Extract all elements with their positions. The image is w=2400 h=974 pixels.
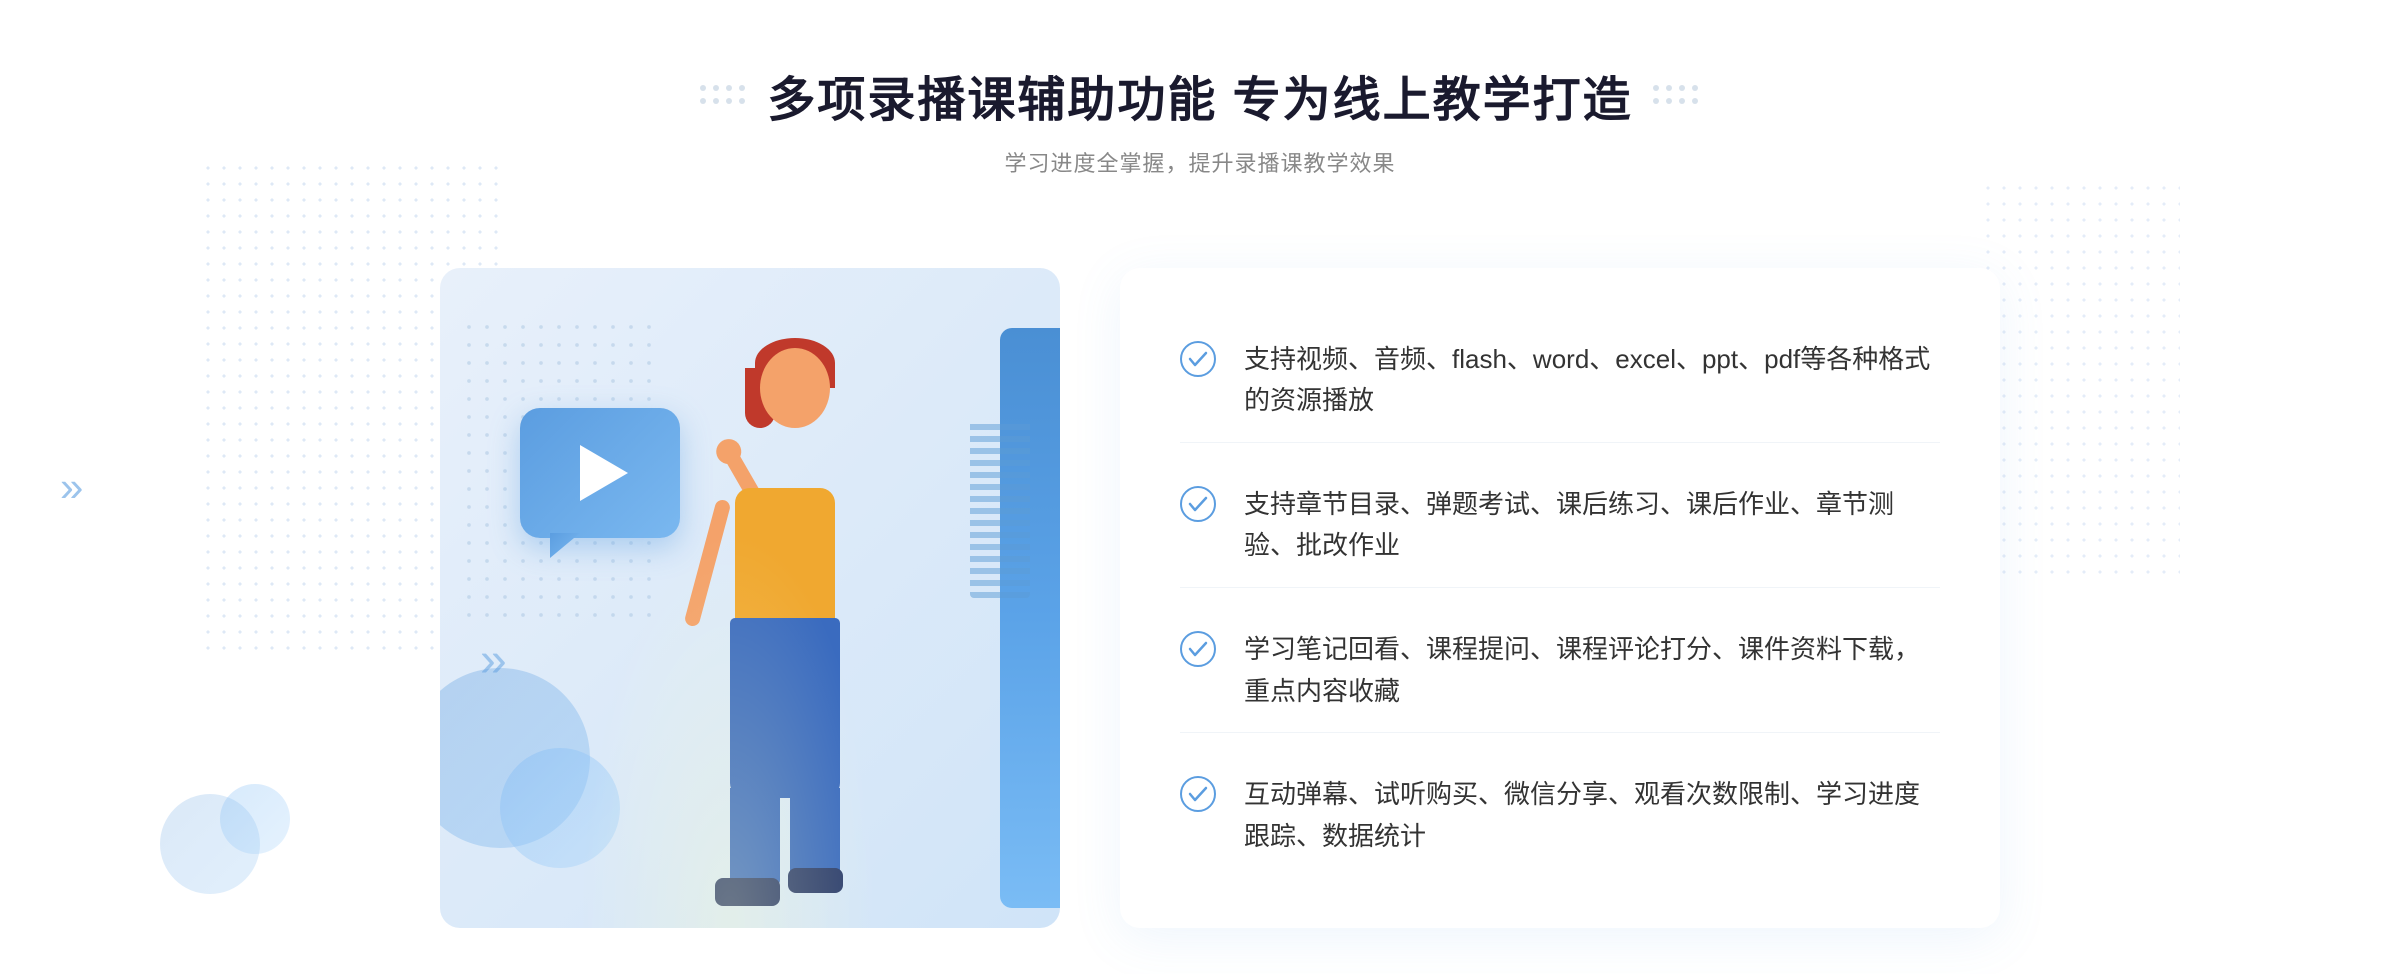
feature-item-2: 支持章节目录、弹题考试、课后练习、课后作业、章节测验、批改作业 (1180, 464, 1940, 588)
feature-item-4: 互动弹幕、试听购买、微信分享、观看次数限制、学习进度跟踪、数据统计 (1180, 754, 1940, 877)
deco-circle-outer-2 (220, 784, 290, 854)
content-area: » (400, 228, 2000, 968)
title-row: 多项录播课辅助功能 专为线上教学打造 (700, 60, 1699, 130)
feature-text-3: 学习笔记回看、课程提问、课程评论打分、课件资料下载，重点内容收藏 (1244, 629, 1940, 712)
header-section: 多项录播课辅助功能 专为线上教学打造 学习进度全掌握，提升录播课教学效果 (700, 60, 1699, 178)
outer-chevron-icon: » (60, 463, 83, 511)
illustration-wrapper: » (400, 228, 1080, 968)
features-panel: 支持视频、音频、flash、word、excel、ppt、pdf等各种格式的资源… (1120, 268, 2000, 928)
header-dots-left (700, 85, 747, 106)
person-shoe-right (788, 868, 843, 893)
header-dots-right (1653, 85, 1700, 106)
illustration-bg: » (440, 268, 1060, 928)
page-subtitle: 学习进度全掌握，提升录播课教学效果 (700, 146, 1699, 178)
page-container: 多项录播课辅助功能 专为线上教学打造 学习进度全掌握，提升录播课教学效果 » (0, 0, 2400, 974)
inner-chevron-icon: » (480, 633, 507, 688)
person-leg-right (790, 788, 840, 878)
person-figure (560, 348, 940, 908)
check-icon-1 (1180, 341, 1216, 377)
check-icon-2 (1180, 486, 1216, 522)
person-arm-down (683, 498, 731, 627)
check-icon-3 (1180, 631, 1216, 667)
feature-item-1: 支持视频、音频、flash、word、excel、ppt、pdf等各种格式的资源… (1180, 319, 1940, 443)
feature-text-2: 支持章节目录、弹题考试、课后练习、课后作业、章节测验、批改作业 (1244, 484, 1940, 567)
feature-text-1: 支持视频、音频、flash、word、excel、ppt、pdf等各种格式的资源… (1244, 339, 1940, 422)
check-icon-4 (1180, 776, 1216, 812)
deco-stripes (970, 418, 1030, 598)
person-leg-left (730, 788, 780, 888)
feature-text-4: 互动弹幕、试听购买、微信分享、观看次数限制、学习进度跟踪、数据统计 (1244, 774, 1940, 857)
feature-item-3: 学习笔记回看、课程提问、课程评论打分、课件资料下载，重点内容收藏 (1180, 609, 1940, 733)
person-torso (735, 488, 835, 628)
person-pants (730, 618, 840, 798)
person-hand (712, 435, 746, 469)
person-shoe-left (715, 878, 780, 906)
blue-side-panel (1000, 328, 1060, 908)
person-head (760, 348, 830, 428)
page-title: 多项录播课辅助功能 专为线上教学打造 (767, 60, 1632, 130)
